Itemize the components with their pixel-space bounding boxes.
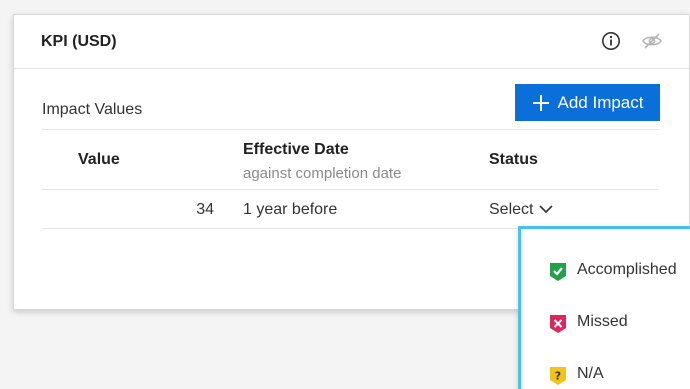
status-dropdown-menu: Accomplished Missed ? N/A bbox=[518, 226, 690, 389]
status-option-label: Accomplished bbox=[577, 261, 677, 278]
card-header: KPI (USD) bbox=[14, 15, 689, 69]
question-shield-icon: ? bbox=[548, 365, 568, 387]
svg-text:?: ? bbox=[555, 370, 561, 383]
status-option-accomplished[interactable]: Accomplished bbox=[521, 253, 690, 287]
column-subheader-effective-date: against completion date bbox=[243, 165, 402, 182]
status-option-na[interactable]: ? N/A bbox=[521, 357, 690, 389]
status-option-missed[interactable]: Missed bbox=[521, 305, 690, 339]
x-shield-icon bbox=[548, 313, 568, 335]
column-header-status: Status bbox=[489, 151, 538, 168]
card-title: KPI (USD) bbox=[41, 33, 117, 50]
status-select[interactable]: Select bbox=[489, 201, 554, 219]
impact-values-title: Impact Values bbox=[42, 101, 143, 118]
status-select-label: Select bbox=[489, 201, 534, 218]
check-shield-icon bbox=[548, 261, 568, 283]
status-option-label: N/A bbox=[577, 365, 604, 382]
table-header-divider bbox=[42, 189, 659, 190]
info-icon[interactable] bbox=[601, 31, 621, 51]
row-value: 34 bbox=[196, 201, 214, 218]
screen: KPI (USD) Impact Values Add Impact Value… bbox=[0, 0, 690, 389]
status-option-label: Missed bbox=[577, 313, 628, 330]
column-header-effective-date: Effective Date bbox=[243, 141, 349, 158]
add-impact-button[interactable]: Add Impact bbox=[515, 84, 660, 121]
row-effective-date: 1 year before bbox=[243, 201, 338, 218]
add-impact-label: Add Impact bbox=[557, 92, 644, 112]
plus-icon bbox=[532, 94, 550, 112]
eye-slash-icon[interactable] bbox=[641, 31, 663, 51]
column-header-value: Value bbox=[78, 151, 120, 168]
table-top-divider bbox=[42, 129, 659, 130]
chevron-down-icon bbox=[539, 201, 554, 219]
